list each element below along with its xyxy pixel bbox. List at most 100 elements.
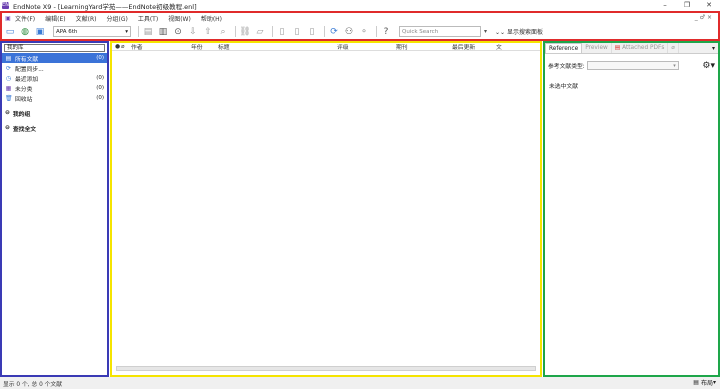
find-full-text-label: 查找全文 <box>12 126 37 133</box>
open-file-icon[interactable]: ▱ <box>254 26 266 38</box>
toolbar-divider <box>376 26 377 37</box>
integrated-library-icon[interactable]: ▣ <box>34 26 46 38</box>
panel-menu-icon[interactable]: ▾ <box>712 45 715 52</box>
find-full-text-icon[interactable]: ⊙ <box>172 26 184 38</box>
toolbar-divider <box>138 26 139 37</box>
title-bar: EN EndNote X9 - [LearningYard学苑——EndNote… <box>0 0 720 11</box>
column-year[interactable]: 年份 <box>191 42 218 51</box>
column-title[interactable]: 标题 <box>218 42 337 51</box>
group-label: 配置同步... <box>15 66 44 73</box>
document-window-controls[interactable]: _ ♂ × <box>695 14 712 21</box>
endnote-app-icon: EN <box>2 2 9 9</box>
menu-edit[interactable]: 编辑(E) <box>45 14 65 23</box>
group-trash[interactable]: 🗑 回收站 (0) <box>2 93 107 103</box>
format-bibliography-icon[interactable]: ▯ <box>291 26 303 38</box>
find-full-text-section[interactable]: ⊖ 查找全文 <box>2 123 107 133</box>
my-groups-section[interactable]: ⊖ 我的组 <box>2 108 107 118</box>
minimize-button[interactable]: – <box>654 0 676 11</box>
my-library-header[interactable]: 我的库 <box>4 44 105 52</box>
help-icon[interactable]: ? <box>380 26 392 38</box>
group-label: 回收站 <box>15 96 33 103</box>
toolbar: ▭ ◍ ▣ APA 6th ▾ ▤ ▥ ⊙ ⇩ ⇧ ⌕ ⛓ ▱ ▯ ▯ ▯ ⟳ … <box>4 24 716 39</box>
group-recently-added[interactable]: ◷ 最近添加 (0) <box>2 73 107 83</box>
toolbar-divider <box>235 26 236 37</box>
library-icon: ▤ <box>5 54 12 62</box>
output-style-select[interactable]: APA 6th ▾ <box>53 26 131 37</box>
reference-list-panel: ● ⌀ 作者 年份 标题 评级 期刊 最后更新 文 <box>110 41 542 377</box>
tab-attached-pdfs[interactable]: ▤ Attached PDFs <box>612 43 669 53</box>
tab-reference[interactable]: Reference <box>545 43 583 53</box>
attachment-column[interactable]: ⌀ <box>121 44 131 50</box>
menu-groups[interactable]: 分组(G) <box>106 14 127 23</box>
local-library-icon[interactable]: ▭ <box>4 26 16 38</box>
layout-button[interactable]: ▤ 布局 ▾ <box>693 378 716 387</box>
group-count: (0) <box>96 55 104 61</box>
share-library-icon[interactable]: ⚇ <box>343 26 355 38</box>
tab-preview[interactable]: Preview <box>582 43 612 53</box>
quick-search-placeholder: Quick Search <box>402 28 439 35</box>
show-search-panel-button[interactable]: ⌄⌄ 显示搜索面板 <box>495 27 543 36</box>
toolbar-divider <box>272 26 273 37</box>
menu-help[interactable]: 帮助(H) <box>201 14 222 23</box>
collapse-icon: ⊖ <box>5 110 10 116</box>
reference-list-header: ● ⌀ 作者 年份 标题 评级 期刊 最后更新 文 <box>112 43 540 51</box>
group-label: 所有文献 <box>15 56 39 63</box>
close-button[interactable]: ✕ <box>698 0 720 11</box>
paperclip-icon[interactable]: ⌀ <box>668 43 679 53</box>
sync-icon[interactable]: ⟳ <box>328 26 340 38</box>
group-label: 未分类 <box>15 86 33 93</box>
column-ref-type[interactable]: 文 <box>496 42 508 51</box>
group-unfiled[interactable]: ▦ 未分类 (0) <box>2 83 107 93</box>
insert-citation-icon[interactable]: ▤ <box>142 26 154 38</box>
import-icon[interactable]: ⇩ <box>187 26 199 38</box>
window-title: EndNote X9 - [LearningYard学苑——EndNote初级教… <box>13 2 197 11</box>
no-selection-message: 未选中文献 <box>549 84 578 90</box>
reference-panel-tabs: Reference Preview ▤ Attached PDFs ⌀ ▾ <box>545 43 718 54</box>
search-options-icon[interactable]: ▾ <box>484 28 487 35</box>
online-search-tool-icon[interactable]: ⌕ <box>217 26 229 38</box>
sync-icon: ⟳ <box>5 64 12 72</box>
menu-window[interactable]: 视图(W) <box>168 14 191 23</box>
status-text: 显示 0 个, 总 0 个文献 <box>3 381 63 388</box>
status-bar: 显示 0 个, 总 0 个文献 ▤ 布局 ▾ <box>0 377 720 389</box>
manage-groups-icon[interactable]: ⚬ <box>358 26 370 38</box>
group-all-references[interactable]: ▤ 所有文献 (0) <box>2 53 107 63</box>
reference-type-select[interactable]: ▾ <box>586 61 679 70</box>
restore-button[interactable]: ❐ <box>676 0 698 11</box>
column-last-updated[interactable]: 最后更新 <box>452 42 496 51</box>
trash-icon: 🗑 <box>5 94 13 102</box>
horizontal-scrollbar[interactable] <box>116 366 536 371</box>
group-label: 最近添加 <box>15 76 39 83</box>
groups-panel: 我的库 ▤ 所有文献 (0) ⟳ 配置同步... ◷ 最近添加 (0) ▦ 未分… <box>0 41 109 377</box>
window-controls: – ❐ ✕ <box>654 0 720 11</box>
chevron-down-icon: ▾ <box>712 379 716 386</box>
return-to-word-icon[interactable]: ▯ <box>306 26 318 38</box>
chevron-down-icon: ▾ <box>673 62 676 69</box>
column-rating[interactable]: 评级 <box>337 42 396 51</box>
menu-tools[interactable]: 工具(T) <box>138 14 158 23</box>
insert-citation-word-icon[interactable]: ▯ <box>276 26 288 38</box>
new-reference-icon[interactable]: ▥ <box>157 26 169 38</box>
gear-icon[interactable]: ⚙▾ <box>702 61 715 71</box>
menu-bar: ▣ 文件(F) 编辑(E) 文献(R) 分组(G) 工具(T) 视图(W) 帮助… <box>4 14 232 24</box>
group-count: (0) <box>96 95 104 101</box>
layout-label: 布局 <box>700 380 713 387</box>
quick-search-input[interactable]: Quick Search <box>399 26 481 37</box>
reference-type-row: 参考文献类型: ▾ ⚙▾ <box>548 60 715 71</box>
online-search-icon[interactable]: ◍ <box>19 26 31 38</box>
clock-icon: ◷ <box>5 74 12 82</box>
double-chevron-down-icon: ⌄⌄ <box>495 29 507 36</box>
endnote-menu-icon[interactable]: ▣ <box>4 15 12 23</box>
column-author[interactable]: 作者 <box>131 42 191 51</box>
column-journal[interactable]: 期刊 <box>396 42 452 51</box>
group-configure-sync[interactable]: ⟳ 配置同步... <box>2 63 107 73</box>
menu-references[interactable]: 文献(R) <box>76 14 97 23</box>
collapse-icon: ⊖ <box>5 125 10 131</box>
pdf-icon: ▤ <box>614 45 621 51</box>
menu-file[interactable]: 文件(F) <box>15 14 35 23</box>
open-link-icon[interactable]: ⛓ <box>239 26 251 38</box>
output-style-value: APA 6th <box>56 28 78 35</box>
group-count: (0) <box>96 85 104 91</box>
export-icon[interactable]: ⇧ <box>202 26 214 38</box>
reference-panel: Reference Preview ▤ Attached PDFs ⌀ ▾ 参考… <box>543 41 720 377</box>
